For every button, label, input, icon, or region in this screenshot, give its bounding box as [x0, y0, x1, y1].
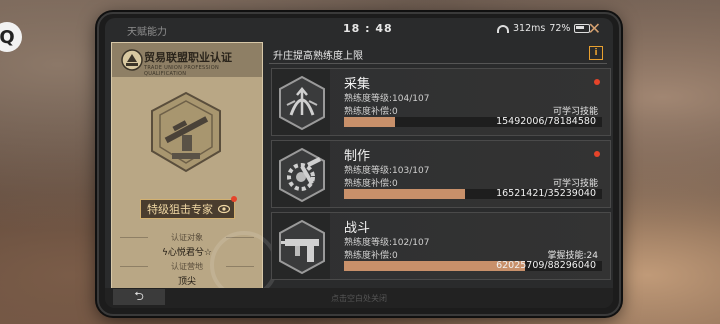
skill-compensation: 熟练度补偿:0: [344, 179, 398, 189]
battery-percent: 72%: [549, 23, 571, 34]
skill-compensation: 熟练度补偿:0: [344, 107, 398, 117]
close-button[interactable]: ✕: [588, 19, 601, 38]
device-frame: 天赋能力 18 : 48 312ms 72% ✕ 贸易联盟职业认证 TRADE …: [97, 12, 621, 316]
skill-icon-frame: [272, 213, 330, 279]
proficiency-bar: 62025709/88296040: [344, 260, 602, 271]
screen-title: 天赋能力: [127, 27, 167, 38]
status-bar: 天赋能力 18 : 48 312ms 72% ✕: [105, 18, 613, 42]
proficiency-fill: [344, 117, 396, 127]
clock: 18 : 48: [343, 22, 393, 35]
sniper-emblem-icon: [151, 91, 221, 173]
skill-card-gathering[interactable]: 采集 熟练度等级:104/107 熟练度补偿:0 可学习技能 15492006/…: [271, 68, 611, 136]
skill-level: 熟练度等级:103/107: [344, 166, 430, 176]
skill-name: 制作: [344, 149, 371, 164]
card-subtitle: TRADE UNION PROFESSION QUALIFICATION: [144, 65, 220, 77]
notice-dot: [594, 79, 600, 85]
crafting-icon: [279, 147, 325, 203]
notice-dot: [594, 151, 600, 157]
union-badge-icon: [121, 49, 143, 71]
skill-name: 战斗: [344, 221, 371, 236]
specialty-button[interactable]: 特级狙击专家: [140, 199, 235, 219]
skill-card-combat[interactable]: 战斗 熟练度等级:102/107 熟练度补偿:0 掌握技能:24 6202570…: [271, 212, 611, 280]
skill-card-crafting[interactable]: 制作 熟练度等级:103/107 熟练度补偿:0 可学习技能 16521421/…: [271, 140, 611, 208]
skill-name: 采集: [344, 77, 371, 92]
proficiency-value: 62025709/88296040: [496, 260, 596, 271]
skill-level: 熟练度等级:102/107: [344, 238, 430, 248]
profession-screen: 天赋能力 18 : 48 312ms 72% ✕ 贸易联盟职业认证 TRADE …: [105, 18, 613, 308]
specialty-label: 特级狙击专家: [147, 203, 213, 216]
skills-header-title: 升庄提高熟练度上限: [273, 51, 363, 62]
ping: 312ms: [513, 23, 546, 34]
proficiency-bar: 15492006/78184580: [344, 116, 602, 127]
certification-card: 贸易联盟职业认证 TRADE UNION PROFESSION QUALIFIC…: [111, 42, 278, 299]
proficiency-value: 16521421/35239040: [496, 188, 596, 199]
card-header: 贸易联盟职业认证 TRADE UNION PROFESSION QUALIFIC…: [112, 43, 262, 77]
specialty-notice-dot: [231, 196, 237, 202]
skill-icon-frame: [272, 69, 330, 135]
status-indicators: 312ms 72%: [497, 23, 591, 34]
eye-icon[interactable]: [218, 204, 230, 214]
skills-header: 升庄提高熟练度上限 i: [269, 44, 607, 64]
skill-icon-frame: [272, 141, 330, 207]
skill-compensation: 熟练度补偿:0: [344, 251, 398, 261]
proficiency-bar: 16521421/35239040: [344, 188, 602, 199]
wifi-icon: [497, 24, 509, 33]
bottom-bar: ⮌ 点击空白处关闭: [105, 288, 613, 308]
proficiency-value: 15492006/78184580: [496, 116, 596, 127]
gathering-icon: [279, 75, 325, 131]
card-title: 贸易联盟职业认证: [144, 51, 232, 64]
close-hint: 点击空白处关闭: [331, 294, 387, 303]
divider: [269, 63, 607, 64]
proficiency-fill: [344, 189, 465, 199]
info-icon[interactable]: i: [589, 46, 603, 60]
skill-level: 熟练度等级:104/107: [344, 94, 430, 104]
combat-icon: [279, 219, 325, 275]
